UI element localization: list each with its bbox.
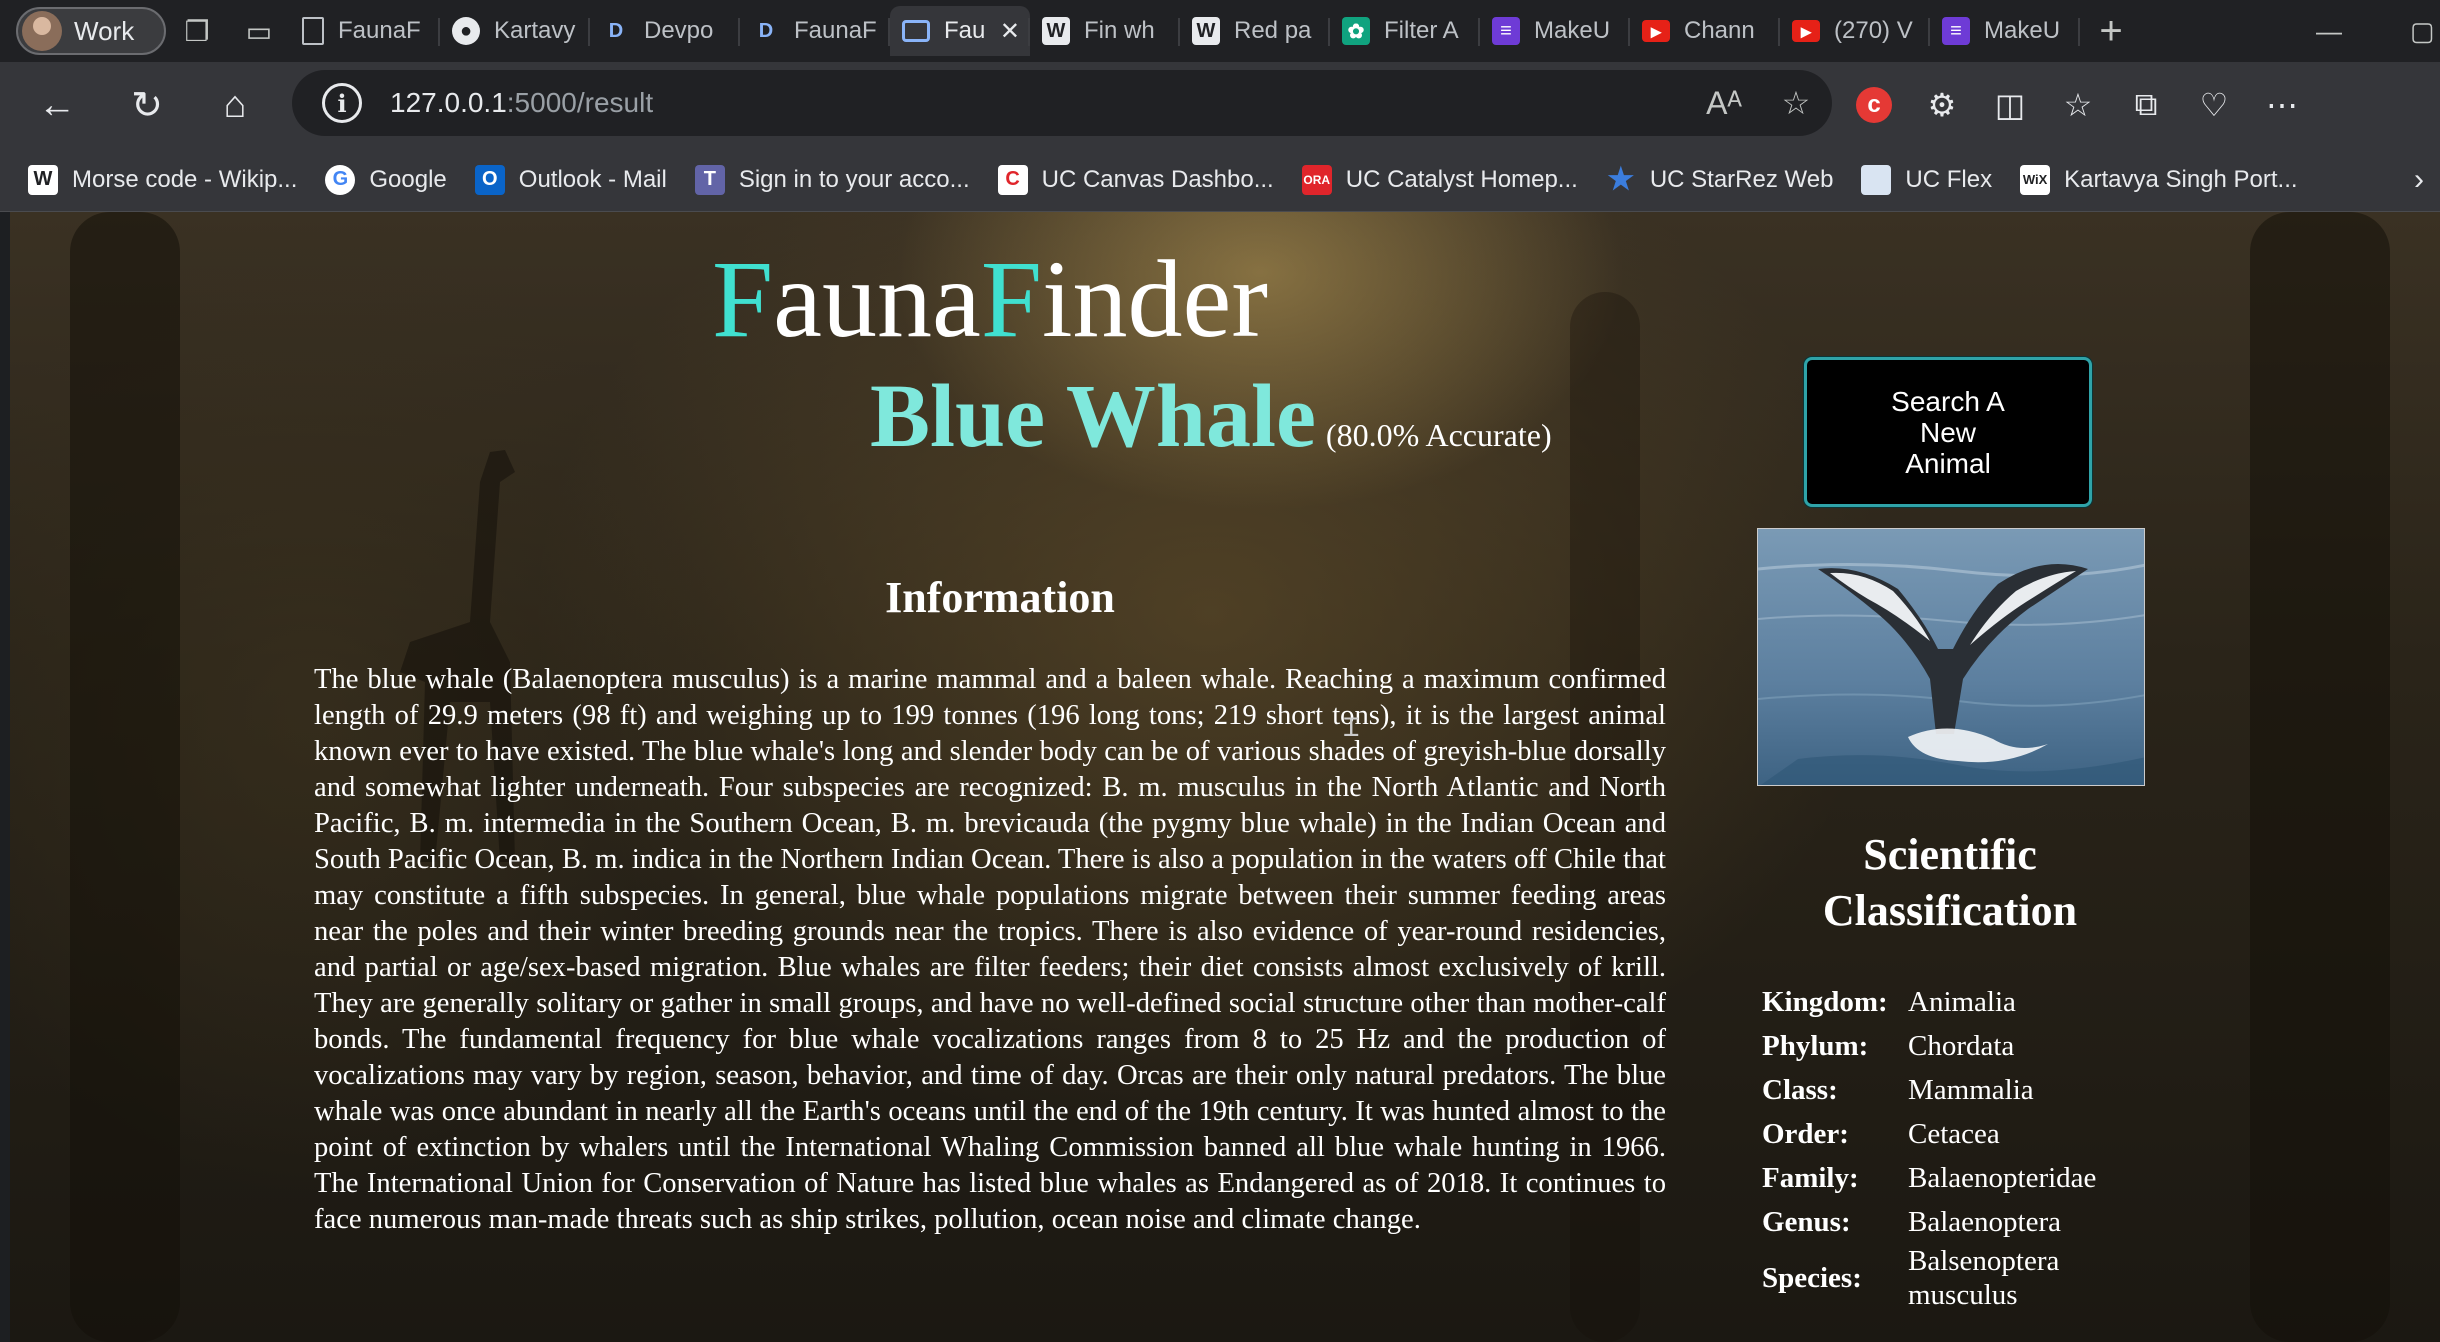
bookmarks-overflow-icon[interactable]: ›: [2414, 163, 2424, 197]
brand-title: FaunaFinder: [711, 238, 1269, 360]
classification-row: Species: Balsenoptera musculus: [1762, 1245, 2060, 1311]
wikipedia-icon: W: [1042, 17, 1070, 45]
list-icon: ≡: [1492, 17, 1520, 45]
bookmark-3[interactable]: T Sign in to your acco...: [694, 164, 970, 195]
bookmarks-bar: W Morse code - Wikip... G Google O Outlook …: [0, 148, 2440, 212]
background-tree: [70, 212, 180, 1342]
classification-row: Genus: Balaenoptera: [1762, 1205, 2061, 1238]
whale-tail-picture: [1758, 529, 2144, 785]
classification-row: Class: Mammalia: [1762, 1073, 2034, 1106]
address-bar-row: ← ↻ ⌂ i 127.0.0.1:5000/result Aᴬ ☆ c ⚙ ◫…: [0, 62, 2440, 148]
extension-c-icon[interactable]: c: [1856, 87, 1892, 123]
document-icon: [302, 17, 324, 45]
performance-icon[interactable]: ♡: [2180, 86, 2248, 124]
animal-description: The blue whale (Balaenoptera musculus) i…: [314, 664, 1666, 1235]
read-aloud-icon[interactable]: Aᴬ: [1688, 85, 1760, 122]
tab-strip: Work ❐ ▭ FaunaF ● Kartavy D Devpo D FaunaF …: [0, 0, 2440, 62]
tab-8[interactable]: ≡ MakeU: [1480, 6, 1630, 56]
bookmark-5[interactable]: ORA UC Catalyst Homep...: [1301, 164, 1578, 195]
bookmark-4[interactable]: C UC Canvas Dashbo...: [997, 164, 1274, 195]
new-tab-icon[interactable]: +: [2080, 7, 2142, 55]
home-icon[interactable]: ⌂: [200, 70, 270, 140]
canvas-icon: C: [997, 164, 1028, 195]
tab-active[interactable]: Fau ✕: [890, 6, 1030, 56]
background-tree: [2250, 212, 2390, 1342]
tab-1[interactable]: ● Kartavy: [440, 6, 590, 56]
bookmark-1[interactable]: G Google: [325, 164, 447, 195]
window-icon: [902, 20, 930, 42]
outlook-icon: O: [474, 164, 505, 195]
maximize-icon[interactable]: ▢: [2410, 0, 2435, 62]
site-info-icon[interactable]: i: [322, 83, 362, 123]
animal-name: Blue Whale: [870, 367, 1316, 466]
tab-7[interactable]: ✿ Filter A: [1330, 6, 1480, 56]
more-menu-icon[interactable]: ⋯: [2248, 86, 2316, 124]
tab-0[interactable]: FaunaF: [290, 6, 440, 56]
wikipedia-icon: W: [28, 164, 58, 195]
page-icon: [1861, 164, 1892, 195]
back-icon[interactable]: ←: [22, 70, 92, 140]
close-tab-icon[interactable]: ✕: [1000, 17, 1020, 46]
reload-icon[interactable]: ↻: [112, 70, 182, 140]
information-heading: Information: [885, 573, 1115, 622]
oracle-icon: ORA: [1301, 164, 1332, 195]
favorites-icon[interactable]: ☆: [2044, 86, 2112, 124]
classification-row: Order: Cetacea: [1762, 1117, 2000, 1150]
openai-icon: ✿: [1342, 17, 1370, 45]
favorite-star-icon[interactable]: ☆: [1760, 84, 1832, 122]
tab-2[interactable]: D Devpo: [590, 6, 740, 56]
animal-heading: Blue Whale (80.0% Accurate): [870, 372, 1552, 462]
bookmark-2[interactable]: O Outlook - Mail: [474, 164, 667, 195]
tab-5[interactable]: W Fin wh: [1030, 6, 1180, 56]
search-new-animal-button[interactable]: Search A New Animal: [1804, 357, 2092, 507]
tab-actions-icon[interactable]: ▭: [228, 7, 290, 55]
extensions-icon[interactable]: ⚙: [1908, 86, 1976, 124]
workspaces-icon[interactable]: ❐: [166, 7, 228, 55]
url-bar[interactable]: i 127.0.0.1:5000/result Aᴬ ☆: [292, 70, 1832, 136]
url-text[interactable]: 127.0.0.1:5000/result: [390, 87, 653, 119]
tab-11[interactable]: ≡ MakeU: [1930, 6, 2080, 56]
tab-10[interactable]: ▸ (270) V: [1780, 6, 1930, 56]
classification-row: Phylum: Chordata: [1762, 1029, 2015, 1062]
bookmark-0[interactable]: W Morse code - Wikip...: [28, 164, 297, 195]
animal-image: [1757, 528, 2145, 786]
teams-icon: T: [694, 164, 725, 195]
google-icon: G: [325, 164, 356, 195]
minimize-icon[interactable]: —: [2316, 0, 2342, 62]
devpost-icon: D: [608, 19, 624, 42]
bookmark-7[interactable]: UC Flex: [1861, 164, 1992, 195]
scientific-classification-heading: Scientific Classification: [1822, 830, 2078, 935]
youtube-icon: ▸: [1642, 20, 1670, 43]
list-icon: ≡: [1942, 17, 1970, 45]
collections-icon[interactable]: ⧉: [2112, 86, 2180, 124]
wikipedia-icon: W: [1192, 17, 1220, 45]
classification-row: Kingdom: Animalia: [1762, 985, 2016, 1018]
profile-button[interactable]: Work: [16, 7, 166, 55]
split-screen-icon[interactable]: ◫: [1976, 86, 2044, 124]
devpost-icon: D: [758, 19, 774, 42]
classification-table: Kingdom: Animalia Phylum: Chordata Class: M…: [1762, 980, 2108, 1312]
bookmark-8[interactable]: WiX Kartavya Singh Port...: [2020, 164, 2298, 195]
tab-9[interactable]: ▸ Chann: [1630, 6, 1780, 56]
profile-label: Work: [74, 15, 135, 46]
classification-row: Family: Balaenopteridae: [1762, 1161, 2097, 1194]
github-icon: ●: [452, 17, 480, 45]
tab-6[interactable]: W Red pa: [1180, 6, 1330, 56]
youtube-icon: ▸: [1792, 20, 1820, 43]
wix-icon: WiX: [2020, 164, 2051, 195]
page-viewport: FaunaFinder Blue Whale (80.0% Accurate) I…: [10, 212, 2440, 1342]
bookmark-6[interactable]: ★ UC StarRez Web: [1606, 163, 1833, 196]
tab-3[interactable]: D FaunaF: [740, 6, 890, 56]
accuracy-label: (80.0% Accurate): [1325, 417, 1552, 453]
star-icon: ★: [1607, 163, 1635, 196]
text-cursor-icon: Ɪ: [1344, 713, 1359, 742]
avatar: [22, 11, 62, 51]
